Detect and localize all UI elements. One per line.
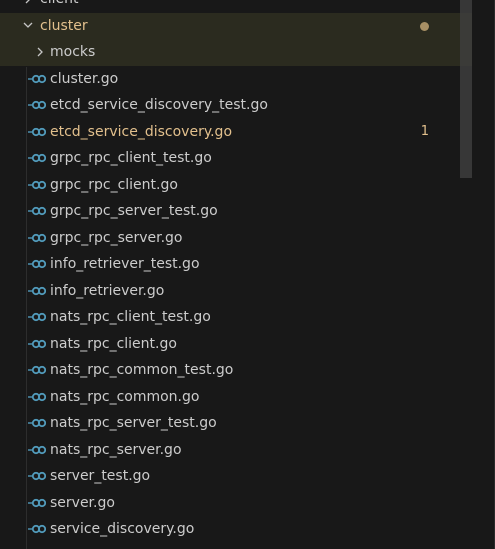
- file-row[interactable]: nats_rpc_common_test.go: [0, 357, 472, 384]
- file-label: info_retriever.go: [50, 282, 165, 299]
- folder-cluster[interactable]: cluster: [0, 12, 472, 40]
- go-file-icon: [26, 145, 48, 172]
- go-file-icon: [26, 251, 48, 278]
- file-row[interactable]: service_discovery.go: [0, 516, 472, 543]
- go-file-icon: [26, 331, 48, 358]
- file-row[interactable]: grpc_rpc_server.go: [0, 225, 472, 252]
- file-row[interactable]: server_test.go: [0, 463, 472, 490]
- go-file-icon: [26, 463, 48, 490]
- file-row[interactable]: nats_rpc_server_test.go: [0, 410, 472, 437]
- go-file-icon: [26, 198, 48, 225]
- chevron-right-icon: [20, 0, 36, 13]
- folder-label: mocks: [50, 44, 96, 60]
- go-file-icon: [26, 437, 48, 464]
- file-label: nats_rpc_client_test.go: [50, 309, 211, 325]
- folder-label: cluster: [40, 17, 88, 34]
- file-row[interactable]: nats_rpc_client.go: [0, 331, 472, 358]
- go-file-icon: [26, 357, 48, 384]
- folder-label: client: [40, 0, 78, 13]
- file-row[interactable]: grpc_rpc_client_test.go: [0, 145, 472, 172]
- file-label: nats_rpc_common_test.go: [50, 362, 234, 378]
- go-file-icon: [26, 516, 48, 543]
- file-label: nats_rpc_server.go: [50, 441, 182, 458]
- file-label: grpc_rpc_server.go: [50, 229, 183, 246]
- scrollbar-thumb[interactable]: [460, 0, 472, 178]
- go-file-icon: [26, 172, 48, 199]
- go-file-icon: [26, 92, 48, 119]
- file-label: service_discovery.go: [50, 521, 195, 537]
- file-label: grpc_rpc_client.go: [50, 176, 178, 193]
- file-row[interactable]: nats_rpc_client_test.go: [0, 304, 472, 331]
- go-file-icon: [26, 119, 48, 146]
- file-row[interactable]: info_retriever_test.go: [0, 251, 472, 278]
- file-label: server.go: [50, 494, 115, 511]
- file-label: grpc_rpc_client_test.go: [50, 150, 212, 166]
- file-tree: client cluster mocks cluster.go etcd_serv…: [0, 0, 472, 543]
- file-label: etcd_service_discovery.go: [50, 123, 233, 140]
- go-file-icon: [26, 278, 48, 305]
- go-file-icon: [26, 490, 48, 517]
- file-row[interactable]: server.go: [0, 490, 472, 517]
- folder-mocks[interactable]: mocks: [0, 39, 472, 66]
- go-file-icon: [26, 304, 48, 331]
- file-row[interactable]: info_retriever.go: [0, 278, 472, 305]
- go-file-icon: [26, 66, 48, 93]
- file-label: etcd_service_discovery_test.go: [50, 97, 268, 113]
- go-file-icon: [26, 384, 48, 411]
- file-label: nats_rpc_common.go: [50, 388, 200, 405]
- file-row[interactable]: etcd_service_discovery.go 1: [0, 119, 472, 146]
- chevron-down-icon: [20, 13, 36, 40]
- problem-count-badge: 1: [420, 123, 429, 139]
- file-explorer: client cluster mocks cluster.go etcd_serv…: [0, 0, 495, 549]
- go-file-icon: [26, 225, 48, 252]
- file-row[interactable]: cluster.go: [0, 66, 472, 93]
- file-row[interactable]: grpc_rpc_client.go: [0, 172, 472, 199]
- chevron-right-icon: [32, 39, 48, 66]
- file-label: nats_rpc_server_test.go: [50, 415, 217, 431]
- file-label: grpc_rpc_server_test.go: [50, 203, 218, 219]
- go-file-icon: [26, 410, 48, 437]
- file-label: server_test.go: [50, 468, 151, 484]
- modified-dot-icon: [420, 21, 429, 31]
- file-row[interactable]: nats_rpc_server.go: [0, 437, 472, 464]
- file-label: info_retriever_test.go: [50, 256, 200, 272]
- file-row[interactable]: etcd_service_discovery_test.go: [0, 92, 472, 119]
- file-label: nats_rpc_client.go: [50, 335, 177, 352]
- file-label: cluster.go: [50, 70, 119, 87]
- file-row[interactable]: grpc_rpc_server_test.go: [0, 198, 472, 225]
- folder-client[interactable]: client: [0, 0, 472, 13]
- file-row[interactable]: nats_rpc_common.go: [0, 384, 472, 411]
